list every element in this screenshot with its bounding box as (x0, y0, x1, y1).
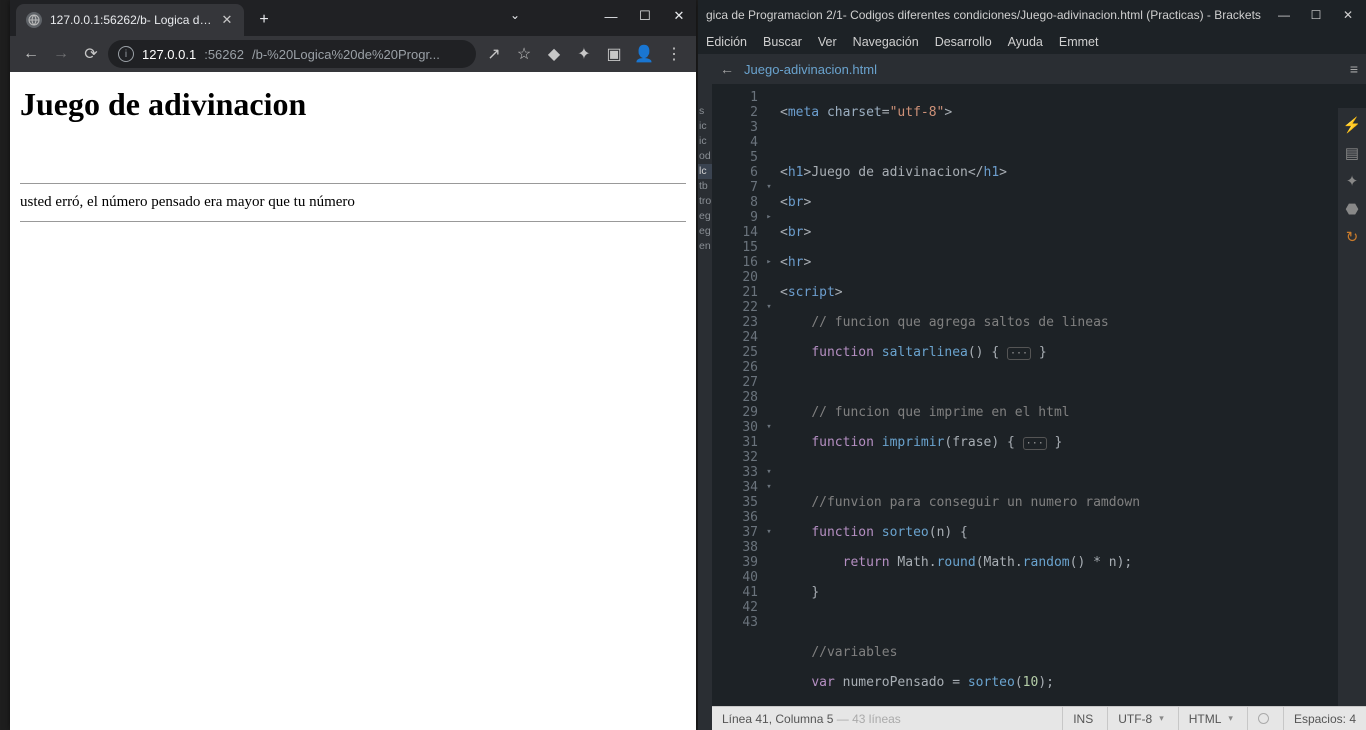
divider (20, 221, 686, 222)
nav-forward-button[interactable]: → (48, 41, 74, 67)
doc-menu-icon[interactable]: ≡ (1350, 61, 1358, 77)
extensions-manager-icon[interactable]: ▤ (1341, 142, 1363, 164)
refresh-icon[interactable]: ↻ (1341, 226, 1363, 248)
fold-column[interactable]: ▾▸▸▾▾▾▾▾ (762, 84, 776, 706)
status-bar: Línea 41, Columna 5 — 43 líneas INS UTF-… (712, 706, 1366, 730)
status-lint-icon[interactable] (1247, 707, 1269, 730)
status-spaces[interactable]: Espacios: 4 (1283, 707, 1356, 730)
close-button[interactable]: ✕ (662, 0, 696, 32)
tab-title: 127.0.0.1:56262/b- Logica de Pro (50, 13, 212, 27)
share-icon[interactable]: ↗ (480, 40, 508, 68)
nav-reload-button[interactable]: ⟳ (78, 41, 104, 67)
minimize-button[interactable]: — (594, 0, 628, 32)
browser-tab[interactable]: 127.0.0.1:56262/b- Logica de Pro ✕ (16, 4, 244, 36)
magic-icon[interactable]: ✦ (1341, 170, 1363, 192)
doc-filename[interactable]: Juego-adivinacion.html (744, 62, 877, 77)
omnibox[interactable]: i 127.0.0.1 :56262/b-%20Logica%20de%20Pro… (108, 40, 476, 68)
window-controls: — ☐ ✕ (594, 0, 696, 32)
menu-edicion[interactable]: Edición (706, 35, 747, 49)
code-area[interactable]: <meta charset="utf-8"> <h1>Juego de adiv… (776, 84, 1366, 706)
live-preview-icon[interactable]: ⚡ (1341, 114, 1363, 136)
editor-pane: ← Juego-adivinacion.html ≡ 1234567891415… (712, 54, 1366, 730)
editor-body: s ica ica odi lcu tbc tro ego ego enc ← … (698, 54, 1366, 730)
site-info-icon[interactable]: i (118, 46, 134, 62)
line-gutter: 1234567891415162021222324252627282930313… (712, 84, 762, 706)
editor-close-button[interactable]: ✕ (1338, 8, 1358, 22)
sidebar-fragment: s ica ica odi lcu tbc tro ego ego enc (698, 54, 712, 730)
globe-icon (26, 12, 42, 28)
doc-back-icon[interactable]: ← (720, 61, 734, 77)
menu-desarrollo[interactable]: Desarrollo (935, 35, 992, 49)
status-ins[interactable]: INS (1062, 707, 1093, 730)
menu-emmet[interactable]: Emmet (1059, 35, 1099, 49)
address-bar: ← → ⟳ i 127.0.0.1 :56262/b-%20Logica%20de… (10, 36, 696, 72)
url-path: /b-%20Logica%20de%20Progr... (252, 47, 440, 62)
status-language[interactable]: HTML (1178, 707, 1233, 730)
editor-minimize-button[interactable]: — (1274, 8, 1294, 22)
doc-tab-bar: ← Juego-adivinacion.html ≡ (712, 54, 1366, 84)
editor-title-text: gica de Programacion 2/1- Codigos difere… (706, 8, 1274, 22)
page-content: Juego de adivinacion usted erró, el núme… (10, 72, 696, 730)
url-host: 127.0.0.1 (142, 47, 196, 62)
editor-maximize-button[interactable]: ☐ (1306, 8, 1326, 22)
maximize-button[interactable]: ☐ (628, 0, 662, 32)
menu-ayuda[interactable]: Ayuda (1008, 35, 1043, 49)
extensions-icon[interactable]: ✦ (570, 40, 598, 68)
brackets-window: gica de Programacion 2/1- Codigos difere… (698, 0, 1366, 730)
menu-icon[interactable]: ⋮ (660, 40, 688, 68)
menu-bar: Edición Buscar Ver Navegación Desarrollo… (698, 30, 1366, 54)
new-tab-button[interactable]: + (250, 6, 278, 34)
menu-buscar[interactable]: Buscar (763, 35, 802, 49)
code-editor[interactable]: 1234567891415162021222324252627282930313… (712, 84, 1366, 706)
diamond-icon[interactable]: ⬣ (1341, 198, 1363, 220)
chrome-window: ⌄ — ☐ ✕ 127.0.0.1:56262/b- Logica de Pro… (10, 0, 696, 730)
tab-close-icon[interactable]: ✕ (220, 13, 234, 27)
page-heading: Juego de adivinacion (20, 86, 686, 123)
menu-ver[interactable]: Ver (818, 35, 837, 49)
url-port: :56262 (204, 47, 244, 62)
star-icon[interactable]: ☆ (510, 40, 538, 68)
editor-title-bar: gica de Programacion 2/1- Codigos difere… (698, 0, 1366, 30)
cursor-position: Línea 41, Columna 5 — 43 líneas (722, 712, 901, 726)
result-message: usted erró, el número pensado era mayor … (20, 194, 686, 211)
shield-icon[interactable]: ◆ (540, 40, 568, 68)
status-encoding[interactable]: UTF-8 (1107, 707, 1164, 730)
toolbar-right: ↗ ☆ ◆ ✦ ▣ 👤 ⋮ (480, 40, 688, 68)
tabs-chevron-icon[interactable]: ⌄ (510, 8, 520, 22)
editor-window-controls: — ☐ ✕ (1274, 8, 1358, 22)
right-icon-rail: ⚡ ▤ ✦ ⬣ ↻ (1338, 108, 1366, 706)
nav-back-button[interactable]: ← (18, 41, 44, 67)
menu-navegacion[interactable]: Navegación (853, 35, 919, 49)
profile-icon[interactable]: 👤 (630, 40, 658, 68)
sidepanel-icon[interactable]: ▣ (600, 40, 628, 68)
divider (20, 183, 686, 184)
